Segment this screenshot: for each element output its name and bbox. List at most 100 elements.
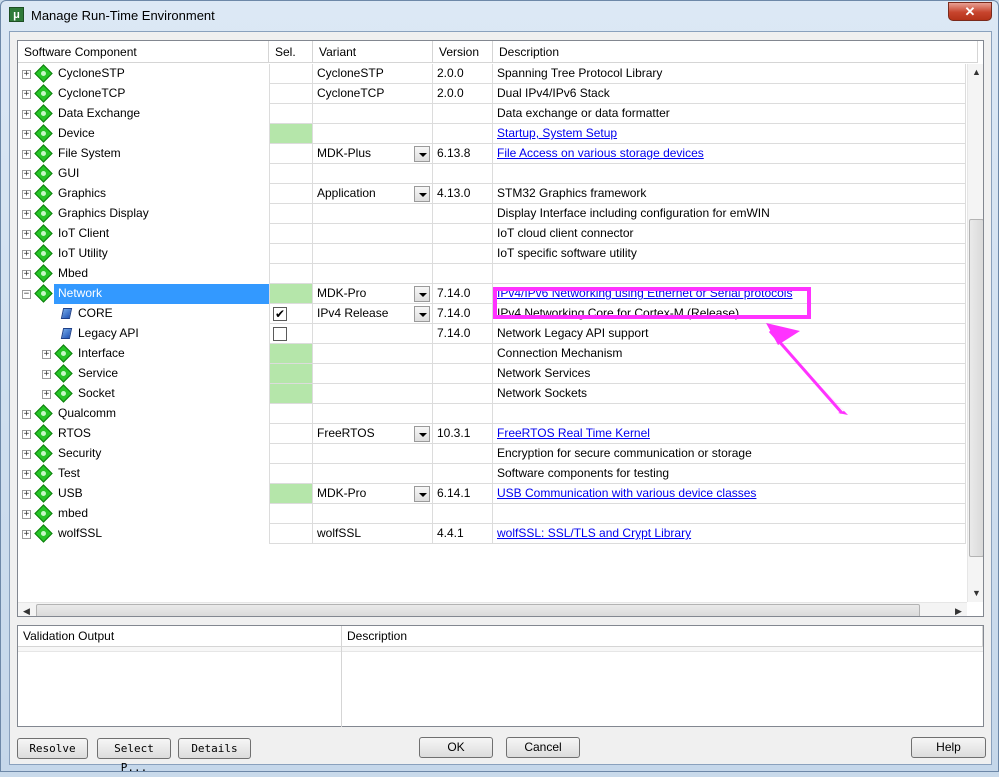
expand-toggle-icon[interactable]: + <box>22 90 31 99</box>
expand-toggle-icon[interactable]: + <box>22 230 31 239</box>
description-cell[interactable]: USB Communication with various device cl… <box>493 484 966 504</box>
component-name-cell[interactable]: + Test <box>18 464 269 484</box>
details-button[interactable]: Details <box>178 738 251 759</box>
scroll-right-button[interactable]: ▶ <box>950 603 967 616</box>
cancel-button[interactable]: Cancel <box>506 737 580 758</box>
component-name-cell[interactable]: + Qualcomm <box>18 404 269 424</box>
expand-toggle-icon[interactable]: + <box>22 490 31 499</box>
component-row-core[interactable]: CORE ✔ IPv4 Release 7.14.0 IPv4 Networking C… <box>18 304 966 324</box>
select-cell[interactable] <box>269 244 313 264</box>
description-cell[interactable]: File Access on various storage devices <box>493 144 966 164</box>
component-row-qualcomm[interactable]: + Qualcomm <box>18 404 966 424</box>
select-packs-button[interactable]: Select P... <box>97 738 171 774</box>
select-cell[interactable] <box>269 144 313 164</box>
component-name-cell[interactable]: + Socket <box>18 384 269 404</box>
select-cell[interactable]: ✔ <box>269 304 313 324</box>
component-row-data-exchange[interactable]: + Data Exchange Data exchange or data form… <box>18 104 966 124</box>
select-cell[interactable] <box>269 64 313 84</box>
expand-toggle-icon[interactable]: + <box>42 370 51 379</box>
description-cell[interactable]: FreeRTOS Real Time Kernel <box>493 424 966 444</box>
component-name-cell[interactable]: + Security <box>18 444 269 464</box>
select-cell[interactable] <box>269 84 313 104</box>
select-cell[interactable] <box>269 524 313 544</box>
component-row-legacy-api[interactable]: Legacy API 7.14.0 Network Legacy API suppo… <box>18 324 966 344</box>
component-row-cyclonestp[interactable]: + CycloneSTP CycloneSTP 2.0.0 Spanning Tree … <box>18 64 966 84</box>
col-software-component[interactable]: Software Component <box>18 41 269 63</box>
component-name-cell[interactable]: + IoT Utility <box>18 244 269 264</box>
component-row-iot-utility[interactable]: + IoT Utility IoT specific software utilit… <box>18 244 966 264</box>
component-name-cell[interactable]: + wolfSSL <box>18 524 269 544</box>
variant-cell[interactable]: Application <box>313 184 433 204</box>
component-row-iot-client[interactable]: + IoT Client IoT cloud client connector <box>18 224 966 244</box>
expand-toggle-icon[interactable]: + <box>22 450 31 459</box>
description-cell[interactable]: Startup, System Setup <box>493 124 966 144</box>
ok-button[interactable]: OK <box>419 737 493 758</box>
expand-toggle-icon[interactable]: + <box>22 170 31 179</box>
vertical-scrollbar[interactable]: ▲ ▼ <box>967 64 983 602</box>
expand-toggle-icon[interactable]: + <box>42 390 51 399</box>
description-cell[interactable]: IPv4/IPv6 Networking using Ethernet or S… <box>493 284 966 304</box>
expand-toggle-icon[interactable]: + <box>22 430 31 439</box>
description-cell[interactable]: wolfSSL: SSL/TLS and Crypt Library <box>493 524 966 544</box>
horizontal-scroll-thumb[interactable] <box>36 604 920 616</box>
expand-toggle-icon[interactable]: + <box>22 510 31 519</box>
select-cell[interactable] <box>269 444 313 464</box>
select-checkbox[interactable] <box>273 327 287 341</box>
select-cell[interactable] <box>269 204 313 224</box>
select-cell[interactable] <box>269 124 313 144</box>
component-row-wolfssl[interactable]: + wolfSSL wolfSSL 4.4.1 wolfSSL: SSL/TLS and… <box>18 524 966 544</box>
expand-toggle-icon[interactable]: + <box>22 150 31 159</box>
variant-dropdown-button[interactable] <box>414 486 430 502</box>
component-row-device[interactable]: + Device Startup, System Setup <box>18 124 966 144</box>
description-link[interactable]: USB Communication with various device cl… <box>497 486 756 500</box>
expand-toggle-icon[interactable]: + <box>22 130 31 139</box>
component-name-cell[interactable]: + Mbed <box>18 264 269 284</box>
variant-cell[interactable]: MDK-Plus <box>313 144 433 164</box>
col-validation-output[interactable]: Validation Output <box>18 626 342 647</box>
select-cell[interactable] <box>269 484 313 504</box>
expand-toggle-icon[interactable]: + <box>22 410 31 419</box>
component-name-cell[interactable]: + Service <box>18 364 269 384</box>
col-sel[interactable]: Sel. <box>269 41 313 63</box>
expand-toggle-icon[interactable]: − <box>22 290 31 299</box>
col-variant[interactable]: Variant <box>313 41 433 63</box>
scroll-up-button[interactable]: ▲ <box>968 64 983 81</box>
description-link[interactable]: IPv4/IPv6 Networking using Ethernet or S… <box>497 286 792 300</box>
variant-cell[interactable]: MDK-Pro <box>313 284 433 304</box>
expand-toggle-icon[interactable]: + <box>22 470 31 479</box>
expand-toggle-icon[interactable]: + <box>42 350 51 359</box>
description-link[interactable]: Startup, System Setup <box>497 126 617 140</box>
scroll-left-button[interactable]: ◀ <box>18 603 35 616</box>
component-name-cell[interactable]: + Graphics <box>18 184 269 204</box>
expand-toggle-icon[interactable]: + <box>22 210 31 219</box>
component-name-cell[interactable]: + GUI <box>18 164 269 184</box>
component-name-cell[interactable]: + CycloneSTP <box>18 64 269 84</box>
component-name-cell[interactable]: + Device <box>18 124 269 144</box>
description-link[interactable]: File Access on various storage devices <box>497 146 704 160</box>
variant-dropdown-button[interactable] <box>414 186 430 202</box>
component-name-cell[interactable]: + mbed <box>18 504 269 524</box>
help-button[interactable]: Help <box>911 737 986 758</box>
close-button[interactable]: ✕ <box>948 2 992 21</box>
component-row-mbed[interactable]: + mbed <box>18 504 966 524</box>
component-name-cell[interactable]: + Interface <box>18 344 269 364</box>
select-cell[interactable] <box>269 224 313 244</box>
description-link[interactable]: wolfSSL: SSL/TLS and Crypt Library <box>497 526 691 540</box>
expand-toggle-icon[interactable]: + <box>22 270 31 279</box>
variant-dropdown-button[interactable] <box>414 426 430 442</box>
col-validation-description[interactable]: Description <box>342 626 983 647</box>
variant-dropdown-button[interactable] <box>414 306 430 322</box>
component-name-cell[interactable]: CORE <box>18 304 269 324</box>
variant-cell[interactable]: IPv4 Release <box>313 304 433 324</box>
component-row-network[interactable]: − Network MDK-Pro 7.14.0 IPv4/IPv6 Networkin… <box>18 284 966 304</box>
vertical-scroll-thumb[interactable] <box>969 219 983 557</box>
scroll-down-button[interactable]: ▼ <box>968 585 983 602</box>
select-cell[interactable] <box>269 344 313 364</box>
select-cell[interactable] <box>269 384 313 404</box>
component-row-interface[interactable]: + Interface Connection Mechanism <box>18 344 966 364</box>
select-cell[interactable] <box>269 404 313 424</box>
select-cell[interactable] <box>269 184 313 204</box>
component-name-cell[interactable]: + CycloneTCP <box>18 84 269 104</box>
description-link[interactable]: FreeRTOS Real Time Kernel <box>497 426 650 440</box>
component-name-cell[interactable]: + Graphics Display <box>18 204 269 224</box>
